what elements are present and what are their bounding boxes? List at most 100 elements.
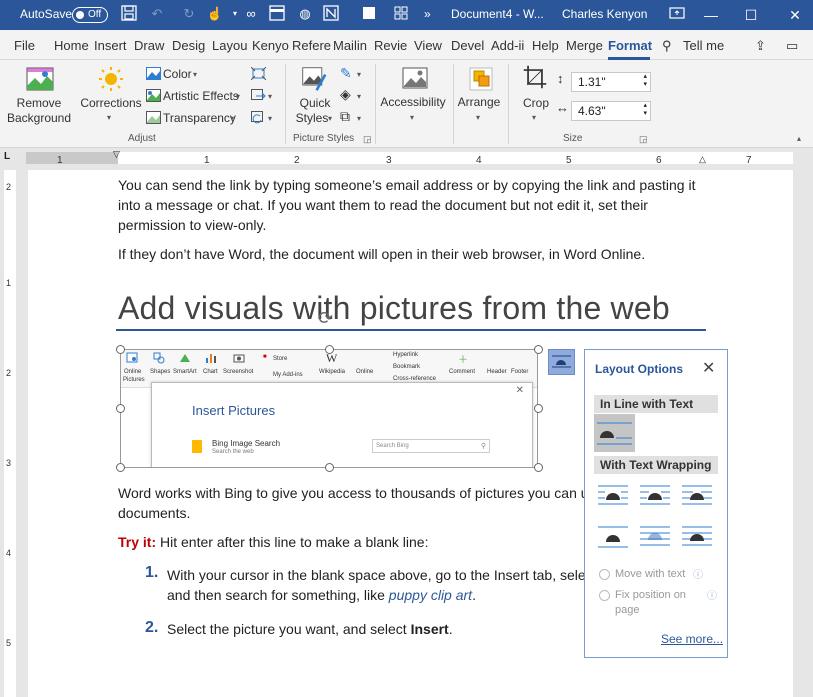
tab-home[interactable]: Home <box>54 38 89 53</box>
tab-draw[interactable]: Draw <box>134 38 164 53</box>
info-icon[interactable]: ⓘ <box>693 566 703 581</box>
see-more-link[interactable]: See more... <box>661 632 723 646</box>
layout-options-button[interactable] <box>548 349 575 375</box>
horizontal-ruler[interactable]: L 1 1 2 3 4 5 6 7 ▽ △ <box>0 148 813 170</box>
compress-pictures-icon[interactable] <box>251 67 266 80</box>
shape-width-input[interactable]: 4.63" ▴ ▾ <box>571 101 651 121</box>
shape-height-input[interactable]: 1.31" ▴ ▾ <box>571 72 651 92</box>
tab-references[interactable]: Refere <box>292 38 331 53</box>
vertical-ruler[interactable]: 2 1 2 3 4 5 <box>0 170 20 697</box>
tab-help[interactable]: Help <box>532 38 559 53</box>
arrange-dropdown-icon[interactable]: ▾ <box>476 113 480 122</box>
header-icon[interactable] <box>268 5 286 23</box>
width-spinner-icon[interactable]: ▴ ▾ <box>643 102 647 118</box>
square-wrap-icon[interactable] <box>597 483 629 509</box>
resize-handle-s[interactable] <box>325 463 334 472</box>
fix-position-radio[interactable] <box>599 590 610 601</box>
close-icon[interactable]: ✕ <box>702 358 715 378</box>
alt-text-icon[interactable] <box>400 66 430 92</box>
autosave-toggle[interactable]: Off <box>72 7 108 23</box>
fix-position-label-1[interactable]: Fix position on <box>615 589 686 601</box>
save-icon[interactable] <box>120 5 138 23</box>
change-picture-dropdown-icon[interactable]: ▾ <box>268 92 272 101</box>
remove-background-label-1[interactable]: Remove <box>10 96 68 110</box>
move-with-text-radio[interactable] <box>599 569 610 580</box>
tab-merge[interactable]: Merge <box>566 38 603 53</box>
tab-kenyon[interactable]: Kenyo <box>252 38 289 53</box>
through-wrap-icon[interactable] <box>681 483 713 509</box>
tab-insert[interactable]: Insert <box>94 38 127 53</box>
in-front-of-text-icon[interactable] <box>681 524 713 550</box>
change-picture-icon[interactable] <box>251 89 266 102</box>
color-dropdown-icon[interactable]: ▾ <box>193 70 197 79</box>
selected-picture[interactable]: Online Pictures Shapes SmartArt Chart Sc… <box>120 349 538 468</box>
transparency-icon[interactable] <box>146 111 161 124</box>
quick-styles-icon[interactable] <box>299 66 329 92</box>
ribbon-display-icon[interactable] <box>668 5 686 23</box>
tab-selector-icon[interactable]: L <box>4 151 10 162</box>
fix-position-label-2[interactable]: page <box>615 604 639 616</box>
reset-picture-dropdown-icon[interactable]: ▾ <box>268 114 272 123</box>
tab-mailings[interactable]: Mailin <box>333 38 367 53</box>
grid-icon[interactable] <box>392 5 410 23</box>
palette-icon[interactable]: ◍ <box>296 5 314 23</box>
resize-handle-nw[interactable] <box>116 345 125 354</box>
accessibility-label[interactable]: Accessibility <box>380 95 446 109</box>
picture-styles-launcher-icon[interactable]: ◲ <box>363 134 372 145</box>
accessibility-dropdown-icon[interactable]: ▾ <box>410 113 414 122</box>
indent-marker-icon[interactable]: ▽ <box>113 149 120 160</box>
behind-text-icon[interactable] <box>639 524 671 550</box>
undo-icon[interactable]: ↶ <box>148 5 166 23</box>
remove-background-icon[interactable] <box>25 66 55 92</box>
corrections-label[interactable]: Corrections <box>80 96 142 110</box>
resize-handle-w[interactable] <box>116 404 125 413</box>
resize-handle-sw[interactable] <box>116 463 125 472</box>
top-bottom-wrap-icon[interactable] <box>597 524 629 550</box>
color-label[interactable]: Color <box>163 67 192 81</box>
remove-background-label-2[interactable]: Background <box>2 111 76 125</box>
maximize-icon[interactable]: ☐ <box>728 0 774 30</box>
crop-label[interactable]: Crop <box>517 96 555 110</box>
info-icon[interactable]: ⓘ <box>707 587 717 602</box>
height-spinner-icon[interactable]: ▴ ▾ <box>643 73 647 89</box>
close-icon[interactable]: ✕ <box>772 0 813 30</box>
artistic-effects-label[interactable]: Artistic Effects <box>163 89 239 103</box>
onenote-icon[interactable] <box>322 5 340 23</box>
tab-layout[interactable]: Layou <box>212 38 247 53</box>
quick-styles-label-1[interactable]: Quick <box>292 96 338 110</box>
arrange-icon[interactable] <box>466 66 496 92</box>
corrections-dropdown-icon[interactable]: ▾ <box>107 113 111 122</box>
size-launcher-icon[interactable]: ◲ <box>639 134 648 145</box>
picture-effects-icon[interactable]: ◈ <box>340 86 351 103</box>
transparency-dropdown-icon[interactable]: ▾ <box>230 114 234 123</box>
quick-styles-dropdown-icon[interactable]: ▾ <box>328 114 332 123</box>
link-icon[interactable]: ∞ <box>242 5 260 23</box>
transparency-label[interactable]: Transparency <box>163 111 236 125</box>
tab-view[interactable]: View <box>414 38 442 53</box>
reset-picture-icon[interactable] <box>251 111 266 124</box>
comments-icon[interactable]: ▭ <box>786 38 798 54</box>
resize-handle-n[interactable] <box>325 345 334 354</box>
picture-effects-dropdown-icon[interactable]: ▾ <box>357 92 361 101</box>
quick-styles-label-2[interactable]: Styles <box>292 111 332 125</box>
picture-border-dropdown-icon[interactable]: ▾ <box>357 70 361 79</box>
arrange-label[interactable]: Arrange <box>456 95 502 109</box>
artistic-effects-icon[interactable] <box>146 89 161 102</box>
artistic-effects-dropdown-icon[interactable]: ▾ <box>236 92 240 101</box>
blank-page-icon[interactable] <box>360 5 378 23</box>
resize-handle-e[interactable] <box>534 404 543 413</box>
tab-review[interactable]: Revie <box>374 38 407 53</box>
tell-me-input[interactable]: Tell me <box>683 38 724 53</box>
redo-icon[interactable]: ↻ <box>180 5 198 23</box>
picture-border-icon[interactable]: ✎ <box>340 65 352 82</box>
collapse-ribbon-icon[interactable]: ▴ <box>797 134 801 143</box>
share-icon[interactable]: ⇪ <box>755 38 766 54</box>
user-name[interactable]: Charles Kenyon <box>562 7 647 21</box>
picture-layout-icon[interactable]: ⧉ <box>340 108 350 125</box>
tab-design[interactable]: Desig <box>172 38 205 53</box>
qat-overflow[interactable]: » <box>424 7 431 21</box>
move-with-text-label[interactable]: Move with text <box>615 568 685 580</box>
touch-mode-icon[interactable]: ☝ <box>206 5 224 23</box>
tab-file[interactable]: File <box>14 38 35 53</box>
tab-developer[interactable]: Devel <box>451 38 484 53</box>
